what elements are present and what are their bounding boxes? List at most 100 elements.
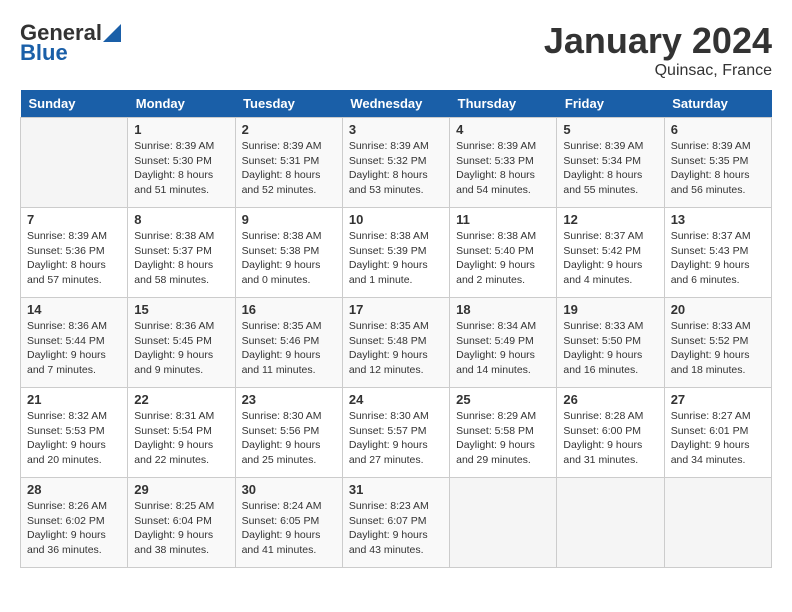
calendar-cell	[557, 478, 664, 568]
cell-day-number: 30	[242, 482, 336, 497]
calendar-cell: 25 Sunrise: 8:29 AM Sunset: 5:58 PM Dayli…	[450, 388, 557, 478]
cell-info: Sunrise: 8:33 AM Sunset: 5:50 PM Dayligh…	[563, 319, 657, 378]
cell-info: Sunrise: 8:37 AM Sunset: 5:43 PM Dayligh…	[671, 229, 765, 288]
calendar-cell: 13 Sunrise: 8:37 AM Sunset: 5:43 PM Dayli…	[664, 208, 771, 298]
calendar-cell: 16 Sunrise: 8:35 AM Sunset: 5:46 PM Dayli…	[235, 298, 342, 388]
cell-day-number: 2	[242, 122, 336, 137]
week-row-5: 28 Sunrise: 8:26 AM Sunset: 6:02 PM Dayli…	[21, 478, 772, 568]
cell-info: Sunrise: 8:26 AM Sunset: 6:02 PM Dayligh…	[27, 499, 121, 558]
cell-day-number: 8	[134, 212, 228, 227]
cell-day-number: 25	[456, 392, 550, 407]
cell-day-number: 19	[563, 302, 657, 317]
cell-info: Sunrise: 8:38 AM Sunset: 5:39 PM Dayligh…	[349, 229, 443, 288]
calendar-cell	[450, 478, 557, 568]
cell-info: Sunrise: 8:33 AM Sunset: 5:52 PM Dayligh…	[671, 319, 765, 378]
calendar-cell: 2 Sunrise: 8:39 AM Sunset: 5:31 PM Daylig…	[235, 118, 342, 208]
day-header-friday: Friday	[557, 90, 664, 118]
cell-info: Sunrise: 8:24 AM Sunset: 6:05 PM Dayligh…	[242, 499, 336, 558]
calendar-cell: 4Sunrise: 8:39 AM Sunset: 5:33 PM Daylig…	[450, 118, 557, 208]
calendar-subtitle: Quinsac, France	[544, 62, 772, 80]
calendar-cell: 12 Sunrise: 8:37 AM Sunset: 5:42 PM Dayli…	[557, 208, 664, 298]
calendar-cell: 31 Sunrise: 8:23 AM Sunset: 6:07 PM Dayli…	[342, 478, 449, 568]
cell-day-number: 20	[671, 302, 765, 317]
cell-info: Sunrise: 8:29 AM Sunset: 5:58 PM Dayligh…	[456, 409, 550, 468]
day-header-row: SundayMondayTuesdayWednesdayThursdayFrid…	[21, 90, 772, 118]
cell-info: Sunrise: 8:27 AM Sunset: 6:01 PM Dayligh…	[671, 409, 765, 468]
cell-day-number: 14	[27, 302, 121, 317]
calendar-cell: 14Sunrise: 8:36 AM Sunset: 5:44 PM Dayli…	[21, 298, 128, 388]
cell-day-number: 1	[134, 122, 228, 137]
cell-info: Sunrise: 8:30 AM Sunset: 5:57 PM Dayligh…	[349, 409, 443, 468]
calendar-cell: 7Sunrise: 8:39 AM Sunset: 5:36 PM Daylig…	[21, 208, 128, 298]
cell-info: Sunrise: 8:39 AM Sunset: 5:34 PM Dayligh…	[563, 139, 657, 198]
cell-day-number: 12	[563, 212, 657, 227]
calendar-cell: 9Sunrise: 8:38 AM Sunset: 5:38 PM Daylig…	[235, 208, 342, 298]
cell-day-number: 24	[349, 392, 443, 407]
calendar-cell: 24 Sunrise: 8:30 AM Sunset: 5:57 PM Dayli…	[342, 388, 449, 478]
calendar-cell: 5 Sunrise: 8:39 AM Sunset: 5:34 PM Daylig…	[557, 118, 664, 208]
calendar-cell: 21Sunrise: 8:32 AM Sunset: 5:53 PM Dayli…	[21, 388, 128, 478]
header: General Blue January 2024 Quinsac, Franc…	[20, 20, 772, 80]
calendar-table: SundayMondayTuesdayWednesdayThursdayFrid…	[20, 90, 772, 568]
cell-day-number: 17	[349, 302, 443, 317]
cell-day-number: 13	[671, 212, 765, 227]
day-header-sunday: Sunday	[21, 90, 128, 118]
cell-info: Sunrise: 8:39 AM Sunset: 5:31 PM Dayligh…	[242, 139, 336, 198]
cell-info: Sunrise: 8:23 AM Sunset: 6:07 PM Dayligh…	[349, 499, 443, 558]
cell-day-number: 22	[134, 392, 228, 407]
cell-info: Sunrise: 8:39 AM Sunset: 5:33 PM Dayligh…	[456, 139, 550, 198]
calendar-cell	[21, 118, 128, 208]
cell-day-number: 15	[134, 302, 228, 317]
cell-info: Sunrise: 8:35 AM Sunset: 5:46 PM Dayligh…	[242, 319, 336, 378]
calendar-cell: 22 Sunrise: 8:31 AM Sunset: 5:54 PM Dayli…	[128, 388, 235, 478]
cell-day-number: 29	[134, 482, 228, 497]
day-header-wednesday: Wednesday	[342, 90, 449, 118]
cell-info: Sunrise: 8:39 AM Sunset: 5:30 PM Dayligh…	[134, 139, 228, 198]
cell-day-number: 6	[671, 122, 765, 137]
cell-day-number: 10	[349, 212, 443, 227]
calendar-cell: 23Sunrise: 8:30 AM Sunset: 5:56 PM Dayli…	[235, 388, 342, 478]
title-area: January 2024 Quinsac, France	[544, 20, 772, 80]
cell-info: Sunrise: 8:31 AM Sunset: 5:54 PM Dayligh…	[134, 409, 228, 468]
calendar-cell: 3Sunrise: 8:39 AM Sunset: 5:32 PM Daylig…	[342, 118, 449, 208]
cell-info: Sunrise: 8:39 AM Sunset: 5:35 PM Dayligh…	[671, 139, 765, 198]
cell-day-number: 23	[242, 392, 336, 407]
logo: General Blue	[20, 20, 122, 66]
calendar-cell: 20 Sunrise: 8:33 AM Sunset: 5:52 PM Dayli…	[664, 298, 771, 388]
cell-day-number: 9	[242, 212, 336, 227]
cell-day-number: 27	[671, 392, 765, 407]
cell-day-number: 28	[27, 482, 121, 497]
calendar-cell: 27 Sunrise: 8:27 AM Sunset: 6:01 PM Dayli…	[664, 388, 771, 478]
calendar-cell: 29Sunrise: 8:25 AM Sunset: 6:04 PM Dayli…	[128, 478, 235, 568]
day-header-monday: Monday	[128, 90, 235, 118]
logo-arrow-icon	[103, 24, 121, 42]
calendar-cell: 17Sunrise: 8:35 AM Sunset: 5:48 PM Dayli…	[342, 298, 449, 388]
calendar-cell: 10 Sunrise: 8:38 AM Sunset: 5:39 PM Dayli…	[342, 208, 449, 298]
cell-day-number: 26	[563, 392, 657, 407]
calendar-cell: 18Sunrise: 8:34 AM Sunset: 5:49 PM Dayli…	[450, 298, 557, 388]
calendar-cell: 26Sunrise: 8:28 AM Sunset: 6:00 PM Dayli…	[557, 388, 664, 478]
calendar-cell: 15 Sunrise: 8:36 AM Sunset: 5:45 PM Dayli…	[128, 298, 235, 388]
calendar-cell: 30 Sunrise: 8:24 AM Sunset: 6:05 PM Dayli…	[235, 478, 342, 568]
cell-day-number: 16	[242, 302, 336, 317]
cell-info: Sunrise: 8:32 AM Sunset: 5:53 PM Dayligh…	[27, 409, 121, 468]
cell-day-number: 18	[456, 302, 550, 317]
calendar-cell: 11Sunrise: 8:38 AM Sunset: 5:40 PM Dayli…	[450, 208, 557, 298]
calendar-cell	[664, 478, 771, 568]
week-row-4: 21Sunrise: 8:32 AM Sunset: 5:53 PM Dayli…	[21, 388, 772, 478]
cell-day-number: 3	[349, 122, 443, 137]
week-row-2: 7Sunrise: 8:39 AM Sunset: 5:36 PM Daylig…	[21, 208, 772, 298]
day-header-tuesday: Tuesday	[235, 90, 342, 118]
calendar-cell: 1 Sunrise: 8:39 AM Sunset: 5:30 PM Daylig…	[128, 118, 235, 208]
cell-info: Sunrise: 8:38 AM Sunset: 5:40 PM Dayligh…	[456, 229, 550, 288]
cell-day-number: 31	[349, 482, 443, 497]
cell-day-number: 5	[563, 122, 657, 137]
cell-info: Sunrise: 8:36 AM Sunset: 5:45 PM Dayligh…	[134, 319, 228, 378]
cell-info: Sunrise: 8:37 AM Sunset: 5:42 PM Dayligh…	[563, 229, 657, 288]
calendar-cell: 28 Sunrise: 8:26 AM Sunset: 6:02 PM Dayli…	[21, 478, 128, 568]
day-header-saturday: Saturday	[664, 90, 771, 118]
calendar-title: January 2024	[544, 20, 772, 62]
cell-info: Sunrise: 8:38 AM Sunset: 5:37 PM Dayligh…	[134, 229, 228, 288]
calendar-cell: 8 Sunrise: 8:38 AM Sunset: 5:37 PM Daylig…	[128, 208, 235, 298]
week-row-1: 1 Sunrise: 8:39 AM Sunset: 5:30 PM Daylig…	[21, 118, 772, 208]
